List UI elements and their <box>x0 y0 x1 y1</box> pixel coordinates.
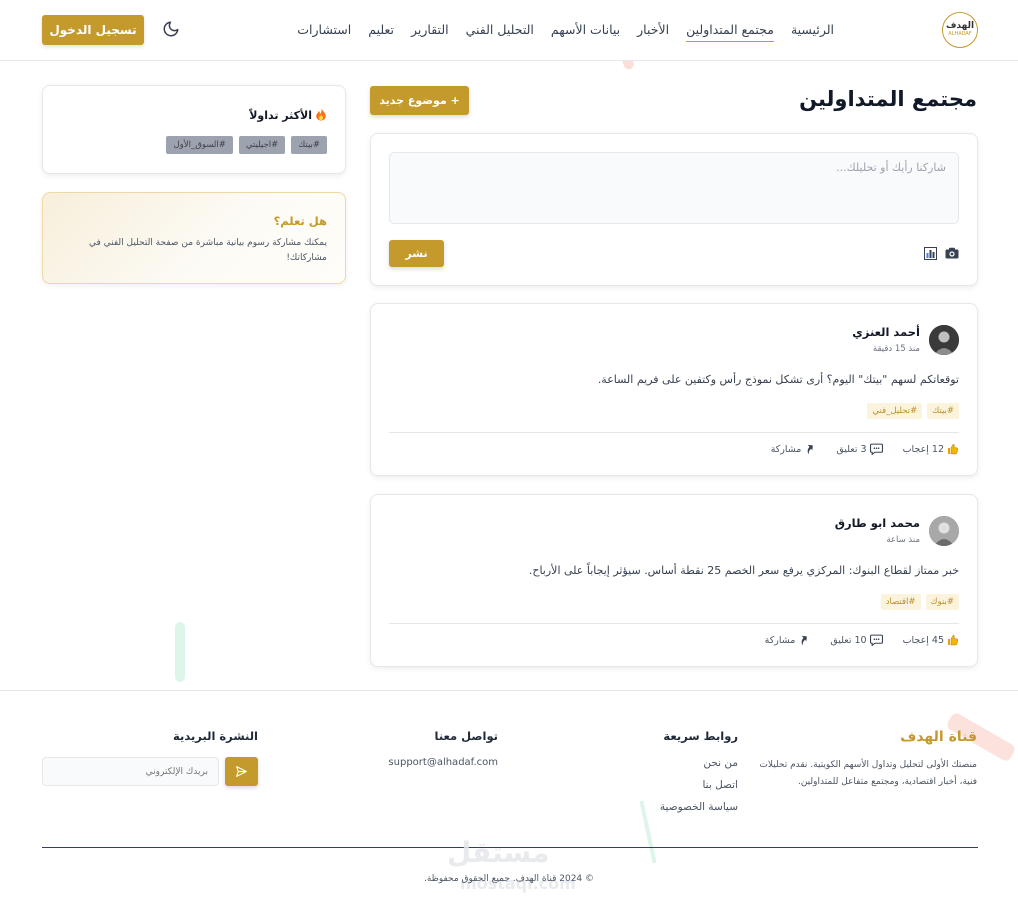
post-text: توقعاتكم لسهم "بيتك" اليوم؟ أرى تشكل نمو… <box>597 373 959 386</box>
share-icon <box>808 444 814 455</box>
contact-title: تواصل معنا <box>434 729 498 743</box>
post-card: محمد ابو طارق منذ ساعة خبر ممتاز لقطاع ا… <box>370 494 978 667</box>
footer-brand-title: قناة الهدف <box>900 729 977 745</box>
thumbs-up-icon <box>948 443 958 455</box>
decorative-stroke <box>175 622 185 682</box>
publish-button[interactable]: نشر <box>389 240 444 267</box>
nav-link-home[interactable]: الرئيسية <box>791 22 834 42</box>
newsletter-form <box>42 757 258 786</box>
comment-icon <box>869 443 883 455</box>
footer-top-border <box>0 690 1018 691</box>
post-tags: #بيتك #تحليل_فني <box>867 403 959 419</box>
like-count: 45 إعجاب <box>902 634 944 646</box>
top-navbar: الهدف ALHADAF الرئيسية مجتمع المتداولين … <box>0 0 1018 61</box>
like-button[interactable]: 45 إعجاب <box>903 634 959 646</box>
decorative-stroke <box>639 800 657 864</box>
comment-button[interactable]: 10 تعليق <box>830 634 883 646</box>
trending-tag[interactable]: #بيتك <box>291 136 327 154</box>
comment-button[interactable]: 3 تعليق <box>836 443 883 455</box>
copyright-text: © 2024 قناة الهدف. جميع الحقوق محفوظة. <box>423 874 595 884</box>
nav-link-stock-data[interactable]: بيانات الأسهم <box>551 22 620 42</box>
footer-brand: قناة الهدف منصتك الأولى لتحليل وتداول ال… <box>759 729 977 791</box>
post-actions: 12 إعجاب 3 تعليق مشاركة <box>751 443 959 455</box>
watermark: مستقل <box>447 836 550 869</box>
post-tag[interactable]: #بنوك <box>925 594 959 610</box>
comment-count: 3 تعليق <box>836 443 867 455</box>
trending-tag[interactable]: #السوق_الأول <box>166 136 233 154</box>
page-title: مجتمع المتداولين <box>799 87 977 111</box>
moon-icon[interactable] <box>162 20 180 38</box>
nav-link-reports[interactable]: التقارير <box>411 22 449 42</box>
nav-link-traders-community[interactable]: مجتمع المتداولين <box>686 22 774 42</box>
comment-count: 10 تعليق <box>830 634 867 646</box>
new-topic-button[interactable]: + موضوع جديد <box>370 86 469 115</box>
post-author[interactable]: محمد ابو طارق <box>835 516 920 530</box>
trending-tags: #بيتك #اجيليتي #السوق_الأول <box>166 136 327 154</box>
footer-link-about[interactable]: من نحن <box>660 757 738 769</box>
footer-link-privacy[interactable]: سياسة الخصوصية <box>660 801 738 813</box>
post-tag[interactable]: #تحليل_فني <box>867 403 923 419</box>
login-button[interactable]: تسجيل الدخول <box>42 15 144 45</box>
share-button[interactable]: مشاركة <box>765 634 811 646</box>
newsletter-title: النشرة البريدية <box>173 729 258 743</box>
trending-tag[interactable]: #اجيليتي <box>238 136 286 154</box>
avatar[interactable] <box>929 325 959 355</box>
post-tag[interactable]: #بيتك <box>927 403 959 419</box>
did-you-know-card: هل تعلم؟ يمكنك مشاركة رسوم بيانية مباشرة… <box>42 192 346 284</box>
post-input[interactable] <box>389 152 959 224</box>
share-icon <box>801 635 808 646</box>
share-button[interactable]: مشاركة <box>771 443 817 455</box>
post-author[interactable]: أحمد العنزي <box>852 325 920 339</box>
thumbs-up-icon <box>948 634 958 646</box>
trending-title: الأكثر تداولاً <box>249 107 327 124</box>
chart-icon[interactable] <box>923 246 937 260</box>
newsletter-email-input[interactable] <box>42 757 219 786</box>
send-icon <box>236 766 247 777</box>
composer-tools <box>923 246 959 260</box>
footer-link-contact[interactable]: اتصل بنا <box>660 779 738 791</box>
post-composer: نشر <box>370 133 978 286</box>
nav-link-news[interactable]: الأخبار <box>637 22 669 42</box>
share-label: مشاركة <box>770 443 802 455</box>
newsletter-submit-button[interactable] <box>225 757 258 786</box>
nav-link-technical-analysis[interactable]: التحليل الفني <box>466 22 534 42</box>
site-logo[interactable]: الهدف ALHADAF <box>942 12 978 48</box>
post-time: منذ 15 دقيقة <box>872 344 920 354</box>
avatar[interactable] <box>929 516 959 546</box>
divider <box>389 432 959 433</box>
footer-brand-text: منصتك الأولى لتحليل وتداول الأسهم الكويت… <box>759 760 977 787</box>
post-card: أحمد العنزي منذ 15 دقيقة توقعاتكم لسهم "… <box>370 303 978 476</box>
nav-link-education[interactable]: تعليم <box>368 22 394 42</box>
quick-links-title: روابط سريعة <box>663 729 738 743</box>
post-time: منذ ساعة <box>886 535 920 545</box>
footer-quick-links: روابط سريعة من نحن اتصل بنا سياسة الخصوص… <box>660 729 738 823</box>
did-you-know-text: يمكنك مشاركة رسوم بيانية مباشرة من صفحة … <box>89 238 327 263</box>
trending-card: الأكثر تداولاً #بيتك #اجيليتي #السوق_الأ… <box>42 85 346 174</box>
main-nav: الرئيسية مجتمع المتداولين الأخبار بيانات… <box>280 22 834 42</box>
footer-contact: تواصل معنا support@alhadaf.com <box>388 729 498 768</box>
divider <box>389 623 959 624</box>
comment-icon <box>869 634 883 646</box>
logo-text: الهدف <box>945 21 975 31</box>
post-actions: 45 إعجاب 10 تعليق مشاركة <box>745 634 959 646</box>
footer-newsletter: النشرة البريدية <box>173 729 258 757</box>
share-label: مشاركة <box>764 634 796 646</box>
nav-link-consulting[interactable]: استشارات <box>297 22 351 42</box>
fire-icon <box>315 107 327 124</box>
like-button[interactable]: 12 إعجاب <box>903 443 959 455</box>
like-count: 12 إعجاب <box>902 443 944 455</box>
trending-title-text: الأكثر تداولاً <box>249 109 312 122</box>
did-you-know-title: هل تعلم؟ <box>273 214 327 228</box>
contact-email[interactable]: support@alhadaf.com <box>388 757 498 768</box>
logo-subtext: ALHADAF <box>948 31 972 37</box>
post-text: خبر ممتاز لقطاع البنوك: المركزي يرفع سعر… <box>528 564 959 577</box>
camera-icon[interactable] <box>945 246 959 260</box>
post-tags: #بنوك #اقتصاد <box>880 594 959 610</box>
post-tag[interactable]: #اقتصاد <box>880 594 921 610</box>
